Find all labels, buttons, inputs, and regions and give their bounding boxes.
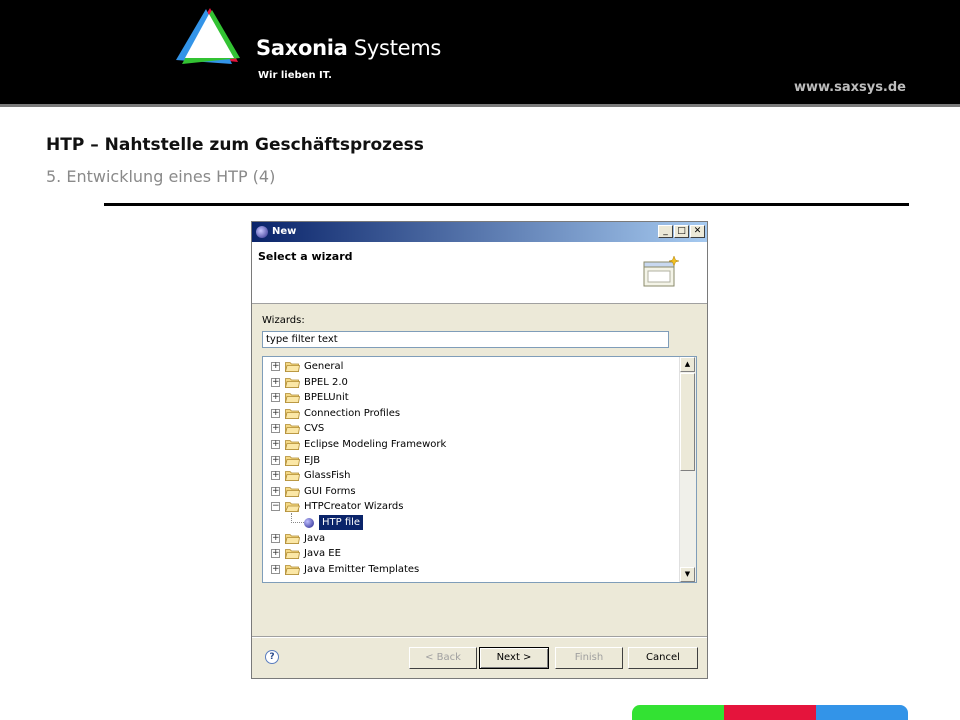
tree-folder-item[interactable]: + General xyxy=(263,359,679,374)
expand-icon[interactable]: + xyxy=(271,362,280,371)
next-button[interactable]: Next > xyxy=(479,647,549,669)
tree-leaf-item[interactable]: HTP file xyxy=(263,513,679,530)
tree-folder-item[interactable]: + Java Emitter Templates xyxy=(263,562,679,577)
dialog-title: New xyxy=(272,226,297,237)
tree-item-label: BPEL 2.0 xyxy=(304,376,348,388)
brand-name-rest: Systems xyxy=(353,36,442,60)
header-band: Saxonia Systems Wir lieben IT. www.saxsy… xyxy=(0,0,960,104)
dialog-titlebar[interactable]: New _ □ ✕ xyxy=(252,222,707,242)
tree-item-label: GlassFish xyxy=(304,470,351,482)
folder-icon xyxy=(285,486,300,497)
help-icon[interactable]: ? xyxy=(265,650,279,664)
tree-item-label: Java Emitter Templates xyxy=(304,563,420,575)
scroll-down-button[interactable]: ▼ xyxy=(680,567,695,582)
tree-folder-item[interactable]: + CVS xyxy=(263,421,679,436)
tree-folder-item[interactable]: + GlassFish xyxy=(263,468,679,483)
tree-item-label: Eclipse Modeling Framework xyxy=(304,439,447,450)
maximize-button[interactable]: □ xyxy=(674,225,689,238)
scroll-up-button[interactable]: ▲ xyxy=(680,357,695,372)
slide-title: HTP – Nahtstelle zum Geschäftsprozess xyxy=(46,135,424,155)
folder-icon xyxy=(285,549,300,560)
expand-icon[interactable]: + xyxy=(271,549,280,559)
folder-icon xyxy=(285,377,300,388)
folder-icon xyxy=(285,564,300,575)
website-link[interactable]: www.saxsys.de xyxy=(794,80,906,95)
folder-icon xyxy=(285,440,300,450)
tree-scrollbar[interactable]: ▲ ▼ xyxy=(679,357,696,582)
footer-bar-blue xyxy=(816,705,908,720)
footer-bar-red xyxy=(724,705,816,720)
wizard-tree[interactable]: + General + BPEL 2.0 + BPELUnit + Connection Pr… xyxy=(262,356,697,583)
folder-icon xyxy=(285,424,300,435)
htp-file-icon xyxy=(304,518,314,528)
dialog-banner: Select a wizard xyxy=(252,242,707,304)
new-wizard-dialog: New _ □ ✕ Select a wizard Wizards: type … xyxy=(251,221,708,679)
tree-folder-item[interactable]: − HTPCreator Wizards xyxy=(263,499,679,514)
minimize-button[interactable]: _ xyxy=(658,225,673,238)
wizard-filter-input[interactable]: type filter text xyxy=(262,331,669,348)
tree-item-label: EJB xyxy=(304,454,321,466)
tree-folder-item[interactable]: + Java xyxy=(263,531,679,546)
brand-tagline: Wir lieben IT. xyxy=(258,70,332,81)
wizards-label: Wizards: xyxy=(262,315,305,326)
folder-icon xyxy=(285,471,300,482)
folder-icon xyxy=(285,502,300,513)
brand-name-bold: Saxonia xyxy=(256,36,348,60)
finish-button[interactable]: Finish xyxy=(555,647,623,669)
tree-folder-item[interactable]: + Connection Profiles xyxy=(263,406,679,421)
expand-icon[interactable]: + xyxy=(271,564,280,574)
expand-icon[interactable]: + xyxy=(271,471,280,481)
title-divider xyxy=(104,203,909,206)
folder-icon xyxy=(285,408,300,419)
tree-folder-item[interactable]: + BPELUnit xyxy=(263,390,679,405)
banner-title: Select a wizard xyxy=(258,250,353,263)
folder-icon xyxy=(285,533,300,544)
button-bar-divider xyxy=(252,636,707,638)
collapse-icon[interactable]: − xyxy=(271,502,280,512)
folder-icon xyxy=(285,393,300,404)
tree-folder-item[interactable]: + Java EE xyxy=(263,546,679,561)
folder-icon xyxy=(285,455,300,466)
brand-name: Saxonia Systems xyxy=(256,36,441,60)
tree-folder-item[interactable]: + Eclipse Modeling Framework xyxy=(263,437,679,452)
expand-icon[interactable]: + xyxy=(271,393,280,403)
tree-connector xyxy=(291,513,304,523)
expand-icon[interactable]: + xyxy=(271,486,280,496)
expand-icon[interactable]: + xyxy=(271,533,280,543)
expand-icon[interactable]: + xyxy=(271,424,280,434)
tree-item-label: HTPCreator Wizards xyxy=(304,501,404,513)
expand-icon[interactable]: + xyxy=(271,377,280,387)
tree-item-label: Connection Profiles xyxy=(304,407,401,419)
scroll-thumb[interactable] xyxy=(680,373,695,471)
tree-item-label: CVS xyxy=(304,423,325,435)
saxonia-logo-icon xyxy=(176,8,240,64)
tree-item-label: BPELUnit xyxy=(304,392,349,404)
footer-bar-green xyxy=(632,705,724,720)
tree-folder-item[interactable]: + GUI Forms xyxy=(263,484,679,499)
wizard-banner-icon xyxy=(643,255,680,287)
expand-icon[interactable]: + xyxy=(271,455,280,465)
expand-icon[interactable]: + xyxy=(271,440,280,449)
expand-icon[interactable]: + xyxy=(271,408,280,418)
slide-subtitle: 5. Entwicklung eines HTP (4) xyxy=(46,167,276,186)
cancel-button[interactable]: Cancel xyxy=(628,647,698,669)
tree-folder-item[interactable]: + BPEL 2.0 xyxy=(263,375,679,390)
tree-folder-item[interactable]: + EJB xyxy=(263,453,679,468)
back-button[interactable]: < Back xyxy=(409,647,477,669)
header-divider xyxy=(0,104,960,107)
tree-item-label: Java EE xyxy=(304,548,341,560)
tree-item-label: General xyxy=(304,361,344,372)
tree-item-label: Java xyxy=(304,532,326,544)
folder-icon xyxy=(285,362,300,372)
eclipse-icon xyxy=(256,226,268,238)
tree-item-label: GUI Forms xyxy=(304,485,356,497)
tree-item-label: HTP file xyxy=(319,515,364,530)
close-button[interactable]: ✕ xyxy=(690,225,705,238)
